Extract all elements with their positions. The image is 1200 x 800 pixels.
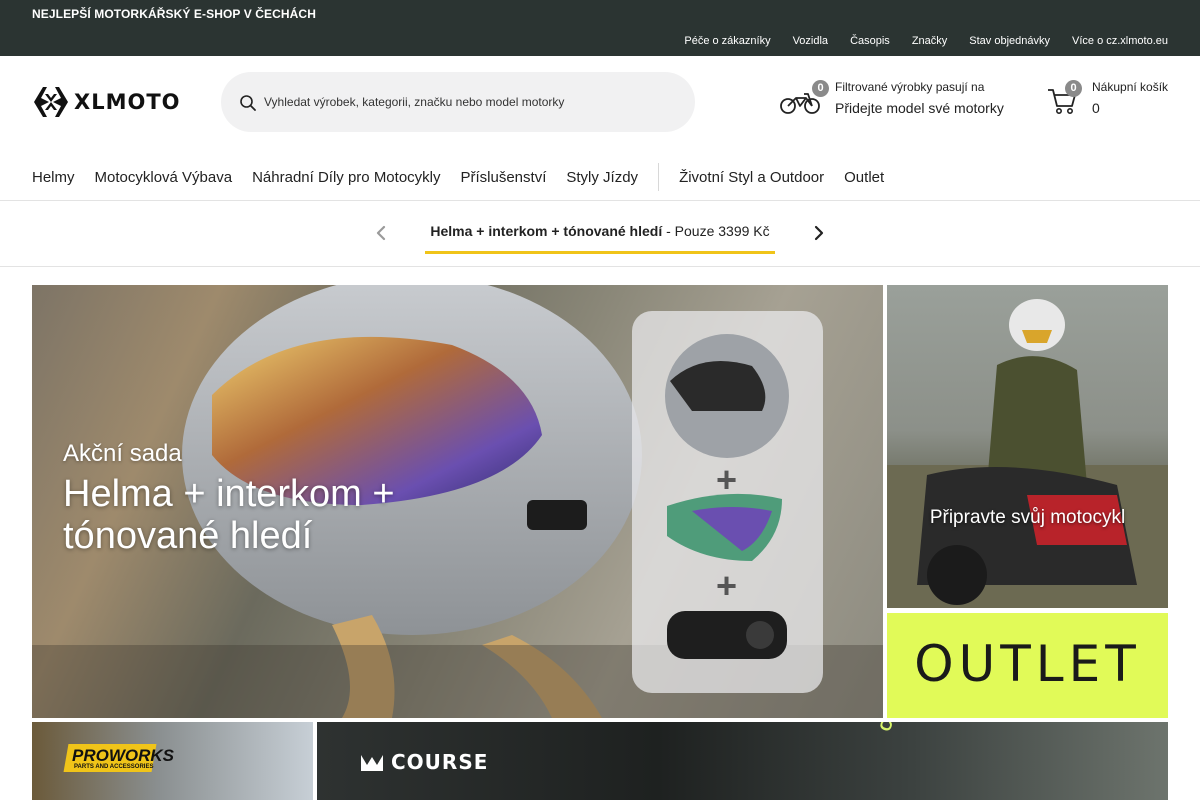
- xlmoto-logo-icon: [34, 87, 68, 117]
- promo-message[interactable]: Helma + interkom + tónované hledí - Pouz…: [425, 223, 775, 239]
- top-bar: NEJLEPŠÍ MOTORKÁŘSKÝ E-SHOP V ČECHÁCH Pé…: [0, 0, 1200, 56]
- bundle-panel: + +: [632, 311, 823, 693]
- top-link-magazine[interactable]: Časopis: [850, 35, 890, 47]
- course-tile[interactable]: COURSE COURSE: [317, 722, 1168, 800]
- hero-banner[interactable]: Akční sada Helma + interkom + tónované h…: [32, 285, 883, 718]
- course-logo: COURSE: [359, 750, 488, 774]
- cart-label: Nákupní košík: [1092, 80, 1169, 94]
- cart-total: 0: [1092, 100, 1100, 116]
- top-links: Péče o zákazníky Vozidla Časopis Značky …: [684, 35, 1168, 47]
- search-icon: [240, 95, 256, 111]
- chevron-right-icon[interactable]: [810, 223, 828, 243]
- promo-bold: Helma + interkom + tónované hledí: [430, 223, 663, 239]
- proworks-logo-text: PROWORKS: [72, 746, 174, 765]
- garage-count-badge: 0: [812, 80, 829, 97]
- course-mark-icon: [361, 755, 383, 771]
- shopping-cart[interactable]: 0 Nákupní košík 0: [1046, 80, 1170, 126]
- proworks-tile[interactable]: PROWORKS PARTS AND ACCESSORIES: [32, 722, 313, 800]
- top-link-customer-care[interactable]: Péče o zákazníky: [684, 35, 770, 47]
- nav-item-outlet[interactable]: Outlet: [844, 169, 884, 186]
- site-logo[interactable]: XLMOTO: [32, 84, 181, 120]
- tagline: NEJLEPŠÍ MOTORKÁŘSKÝ E-SHOP V ČECHÁCH: [32, 7, 316, 21]
- cart-count-badge: 0: [1065, 80, 1082, 97]
- course-glove-text: COURSE: [877, 722, 917, 734]
- outlet-tile[interactable]: OUTLET: [887, 613, 1168, 718]
- course-logo-text: COURSE: [391, 750, 489, 774]
- rider-on-motorcycle-image: [887, 299, 1168, 608]
- garage-label: Filtrované výrobky pasují na: [835, 80, 985, 94]
- proworks-logo-subtext: PARTS AND ACCESSORIES: [74, 764, 154, 770]
- top-link-about[interactable]: Více o cz.xlmoto.eu: [1072, 35, 1168, 47]
- plus-sign-2: +: [716, 565, 738, 606]
- banner-kicker: Akční sada: [63, 440, 182, 467]
- nav-item-parts[interactable]: Náhradní Díly pro Motocykly: [252, 169, 440, 186]
- add-motorcycle-link[interactable]: Přidejte model své motorky: [835, 100, 1004, 116]
- nav-item-gear[interactable]: Motocyklová Výbava: [95, 169, 233, 186]
- promo-indicator: [425, 251, 775, 254]
- nav-item-helmets[interactable]: Helmy: [32, 169, 75, 186]
- top-link-vehicles[interactable]: Vozidla: [793, 35, 828, 47]
- plus-sign-1: +: [716, 459, 738, 500]
- banner-title: Helma + interkom + tónované hledí: [63, 473, 395, 557]
- prepare-motorcycle-caption: Připravte svůj motocykl: [929, 507, 1126, 528]
- header: XLMOTO 0 Filtrované výrobky pasují na Př…: [0, 56, 1200, 148]
- search-input[interactable]: [264, 90, 664, 114]
- prepare-motorcycle-tile[interactable]: Připravte svůj motocykl: [887, 285, 1168, 608]
- nav-item-accessories[interactable]: Příslušenství: [461, 169, 547, 186]
- nav-divider: [658, 163, 660, 191]
- logo-text: XLMOTO: [74, 90, 181, 114]
- nav-item-riding-styles[interactable]: Styly Jízdy: [566, 169, 638, 186]
- top-link-brands[interactable]: Značky: [912, 35, 947, 47]
- top-link-order-status[interactable]: Stav objednávky: [969, 35, 1050, 47]
- main-nav: Helmy Motocyklová Výbava Náhradní Díly p…: [32, 163, 904, 191]
- my-garage[interactable]: 0 Filtrované výrobky pasují na Přidejte …: [780, 80, 1020, 126]
- nav-item-lifestyle[interactable]: Životní Styl a Outdoor: [679, 169, 824, 186]
- search-bar[interactable]: [221, 72, 695, 132]
- promo-price: - Pouze 3399 Kč: [662, 223, 770, 239]
- promo-carousel: Helma + interkom + tónované hledí - Pouz…: [0, 201, 1200, 267]
- outlet-caption: OUTLET: [914, 635, 1141, 693]
- bundle-items-image: [665, 334, 789, 659]
- chevron-left-icon[interactable]: [372, 223, 390, 243]
